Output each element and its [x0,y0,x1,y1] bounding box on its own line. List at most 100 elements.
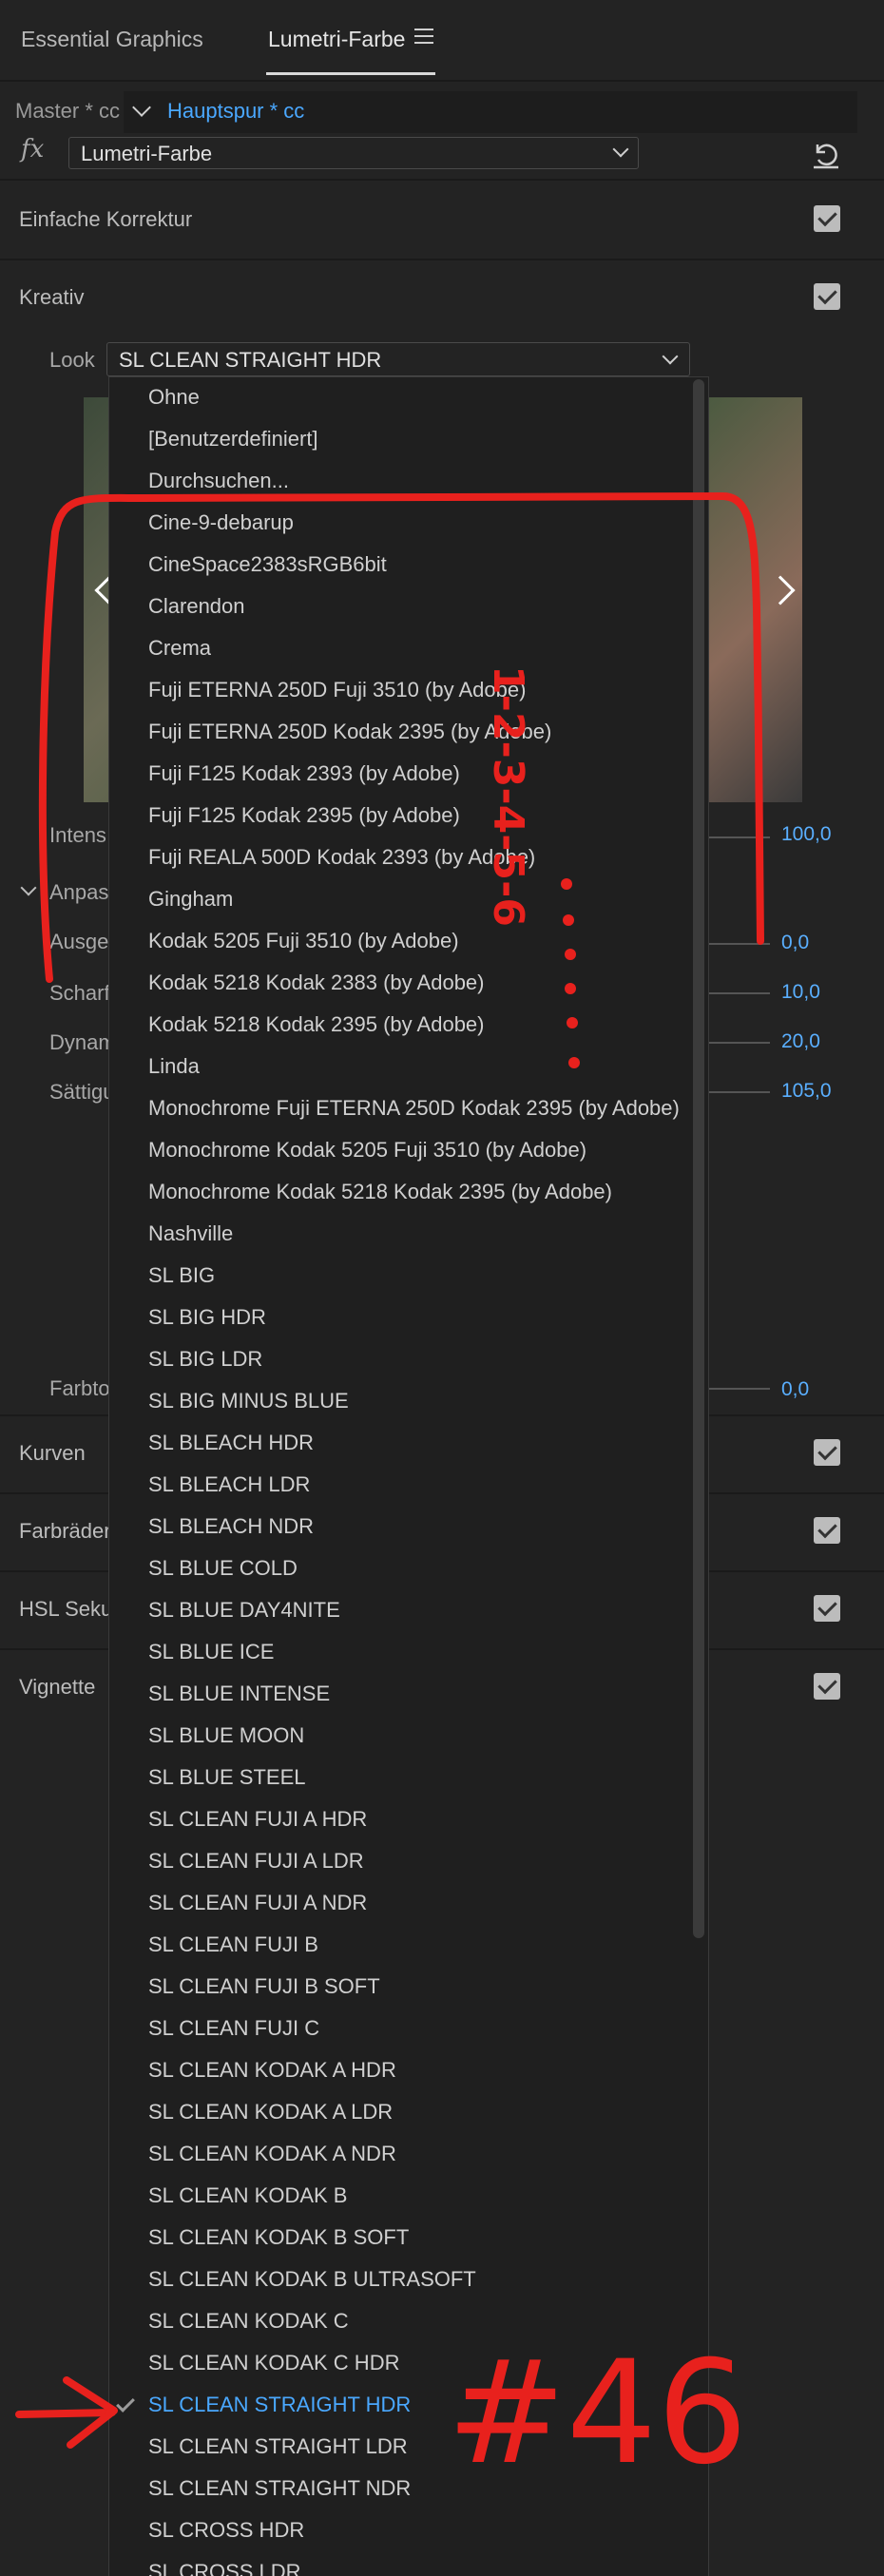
dropdown-item-label: SL BLUE ICE [148,1640,275,1663]
param-value-farbton[interactable]: 0,0 [781,1378,809,1401]
dropdown-item[interactable]: Nashville [109,1214,708,1256]
dropdown-item[interactable]: CineSpace2383sRGB6bit [109,545,708,586]
dropdown-item[interactable]: SL BIG HDR [109,1298,708,1339]
dropdown-item[interactable]: SL BLUE MOON [109,1716,708,1758]
dropdown-item-label: Gingham [148,887,234,911]
dropdown-item[interactable]: SL CLEAN FUJI C [109,2009,708,2050]
panel-menu-icon[interactable] [414,29,433,48]
dropdown-item[interactable]: SL CLEAN STRAIGHT LDR [109,2427,708,2469]
dropdown-item[interactable]: SL CLEAN KODAK A NDR [109,2134,708,2176]
dropdown-item[interactable]: SL BIG MINUS BLUE [109,1381,708,1423]
dropdown-item[interactable]: SL BLEACH NDR [109,1507,708,1548]
dropdown-item[interactable]: SL BIG LDR [109,1339,708,1381]
dropdown-item[interactable]: Fuji ETERNA 250D Kodak 2395 (by Adobe) [109,712,708,754]
dropdown-item[interactable]: SL CLEAN KODAK A HDR [109,2050,708,2092]
dropdown-item[interactable]: SL CLEAN FUJI B [109,1925,708,1967]
dropdown-item[interactable]: [Benutzerdefiniert] [109,419,708,461]
dropdown-item[interactable]: SL BLUE INTENSE [109,1674,708,1716]
dropdown-item[interactable]: SL BLUE DAY4NITE [109,1590,708,1632]
dropdown-item[interactable]: Durchsuchen... [109,461,708,503]
dropdown-item-label: SL CLEAN KODAK A LDR [148,2100,394,2124]
source-master[interactable]: Master * cc [15,99,120,124]
section-enable-checkbox[interactable] [814,1517,840,1544]
dropdown-item[interactable]: Monochrome Kodak 5218 Kodak 2395 (by Ado… [109,1172,708,1214]
dropdown-item[interactable]: Kodak 5218 Kodak 2383 (by Adobe) [109,963,708,1005]
dropdown-item[interactable]: Monochrome Kodak 5205 Fuji 3510 (by Adob… [109,1130,708,1172]
param-value-dynamik[interactable]: 20,0 [781,1030,820,1053]
look-select[interactable]: SL CLEAN STRAIGHT HDR [106,342,690,376]
dropdown-item[interactable]: Linda [109,1047,708,1088]
param-value-intensitaet[interactable]: 100,0 [781,823,832,846]
param-value-ausgeblichen[interactable]: 0,0 [781,932,809,954]
dropdown-item[interactable]: SL BLUE STEEL [109,1758,708,1799]
section-enable-checkbox[interactable] [814,205,840,232]
dropdown-item-label: SL BLEACH NDR [148,1514,315,1538]
look-dropdown-list[interactable]: Ohne [Benutzerdefiniert] Durchsuchen... Cin… [108,376,709,2576]
dropdown-item[interactable]: SL CLEAN KODAK B SOFT [109,2218,708,2259]
dropdown-item[interactable]: SL BLEACH HDR [109,1423,708,1465]
section-title: Einfache Korrektur [19,207,193,231]
dropdown-item[interactable]: SL CLEAN FUJI A HDR [109,1799,708,1841]
dropdown-item[interactable]: SL CLEAN KODAK B [109,2176,708,2218]
dropdown-item[interactable]: Crema [109,628,708,670]
section-enable-checkbox[interactable] [814,283,840,310]
dropdown-item-label: SL BLUE DAY4NITE [148,1598,340,1622]
dropdown-item-label: Monochrome Kodak 5218 Kodak 2395 (by Ado… [148,1180,612,1203]
param-value-saettigung[interactable]: 105,0 [781,1080,832,1103]
dropdown-item[interactable]: SL CLEAN KODAK A LDR [109,2092,708,2134]
dropdown-item-label: SL BLUE INTENSE [148,1682,331,1705]
dropdown-item-label: Kodak 5205 Fuji 3510 (by Adobe) [148,929,459,952]
fx-icon: fx [21,135,45,163]
reset-icon[interactable] [810,139,842,171]
dropdown-item-label: SL CLEAN KODAK C HDR [148,2351,400,2374]
dropdown-item[interactable]: Kodak 5218 Kodak 2395 (by Adobe) [109,1005,708,1047]
section-einfache-korrektur[interactable]: Einfache Korrektur [0,183,884,260]
dropdown-item[interactable]: SL CLEAN FUJI A NDR [109,1883,708,1925]
dropdown-item-label: SL CLEAN KODAK C [148,2309,349,2333]
tab-lumetri-farbe[interactable]: Lumetri-Farbe [268,27,405,52]
dropdown-item[interactable]: SL CLEAN FUJI B SOFT [109,1967,708,2009]
source-track[interactable]: Hauptspur * cc [167,99,304,124]
dropdown-item[interactable]: SL CLEAN KODAK C HDR [109,2343,708,2385]
section-title: Kreativ [19,285,85,309]
dropdown-item[interactable]: SL CLEAN STRAIGHT HDR [109,2385,708,2427]
dropdown-item[interactable]: Cine-9-debarup [109,503,708,545]
tab-essential-graphics[interactable]: Essential Graphics [21,27,203,52]
dropdown-item[interactable]: SL BIG [109,1256,708,1298]
dropdown-item[interactable]: Fuji F125 Kodak 2393 (by Adobe) [109,754,708,796]
dropdown-item-label: Cine-9-debarup [148,510,294,534]
dropdown-item[interactable]: Ohne [109,377,708,419]
dropdown-item[interactable]: SL CLEAN KODAK B ULTRASOFT [109,2259,708,2301]
dropdown-item-label: SL CLEAN FUJI B [148,1932,318,1956]
dropdown-item[interactable]: Fuji F125 Kodak 2395 (by Adobe) [109,796,708,837]
dropdown-item[interactable]: SL CLEAN STRAIGHT NDR [109,2469,708,2510]
dropdown-item[interactable]: Fuji REALA 500D Kodak 2393 (by Adobe) [109,837,708,879]
effect-select[interactable]: Lumetri-Farbe [68,137,639,169]
section-enable-checkbox[interactable] [814,1439,840,1466]
dropdown-item-label: SL CLEAN KODAK B SOFT [148,2225,410,2249]
dropdown-item-label: SL CLEAN STRAIGHT NDR [148,2476,412,2500]
checkmark-icon [116,2393,135,2413]
chevron-down-icon[interactable] [20,879,37,896]
section-kreativ[interactable]: Kreativ [0,260,884,338]
dropdown-item[interactable]: SL CLEAN FUJI A LDR [109,1841,708,1883]
dropdown-item[interactable]: SL CROSS LDR [109,2552,708,2576]
dropdown-item[interactable]: Gingham [109,879,708,921]
section-enable-checkbox[interactable] [814,1595,840,1622]
dropdown-item[interactable]: Kodak 5205 Fuji 3510 (by Adobe) [109,921,708,963]
dropdown-item[interactable]: SL CROSS HDR [109,2510,708,2552]
dropdown-item-label: SL CLEAN KODAK A NDR [148,2142,396,2165]
section-enable-checkbox[interactable] [814,1673,840,1700]
dropdown-item[interactable]: Clarendon [109,586,708,628]
look-select-value: SL CLEAN STRAIGHT HDR [119,348,382,372]
param-label-intensitaet: Intens [49,823,106,847]
dropdown-item[interactable]: SL BLEACH LDR [109,1465,708,1507]
dropdown-item[interactable]: Monochrome Fuji ETERNA 250D Kodak 2395 (… [109,1088,708,1130]
dropdown-item[interactable]: SL BLUE ICE [109,1632,708,1674]
param-value-scharf[interactable]: 10,0 [781,981,820,1004]
dropdown-item[interactable]: SL BLUE COLD [109,1548,708,1590]
dropdown-item[interactable]: SL CLEAN KODAK C [109,2301,708,2343]
dropdown-item-label: SL BIG MINUS BLUE [148,1389,349,1413]
dropdown-item[interactable]: Fuji ETERNA 250D Fuji 3510 (by Adobe) [109,670,708,712]
dropdown-item-label: Fuji ETERNA 250D Kodak 2395 (by Adobe) [148,720,552,743]
